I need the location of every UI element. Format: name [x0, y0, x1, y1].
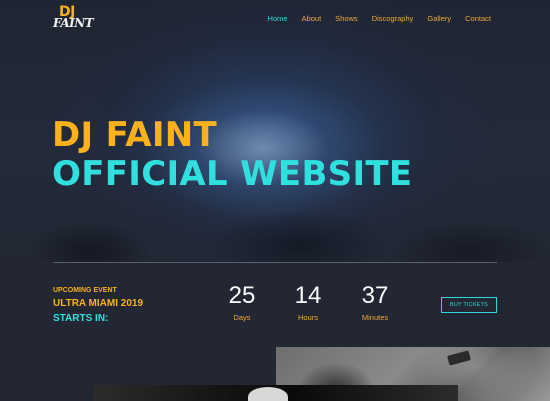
countdown-minutes-value: 37 — [361, 282, 389, 309]
hero-title-line2: OFFICIAL WEBSITE — [52, 154, 413, 194]
buy-tickets-button[interactable]: BUY TICKETS — [441, 297, 497, 313]
countdown-minutes: 37 Minutes — [345, 282, 405, 323]
main-nav: Home About Shows Discography Gallery Con… — [254, 14, 491, 24]
nav-shows[interactable]: Shows — [335, 14, 358, 24]
person-in-photo — [248, 387, 288, 401]
camera-in-photo — [447, 350, 471, 366]
nav-home[interactable]: Home — [268, 14, 288, 24]
event-name: ULTRA MIAMI 2019 — [53, 298, 144, 309]
countdown-hours-unit: Hours — [297, 313, 318, 322]
hero-title-line1: DJ FAINT — [52, 115, 218, 155]
countdown-hours: 14 Hours — [278, 282, 338, 323]
gallery-photo-left[interactable] — [93, 385, 458, 401]
nav-about[interactable]: About — [302, 14, 322, 24]
countdown-hours-value: 14 — [294, 282, 322, 309]
nav-contact[interactable]: Contact — [465, 14, 491, 24]
section-divider — [53, 262, 497, 263]
countdown-days-value: 25 — [228, 282, 256, 309]
nav-discography[interactable]: Discography — [372, 14, 414, 24]
nav-gallery[interactable]: Gallery — [427, 14, 451, 24]
countdown-days: 25 Days — [212, 282, 272, 323]
logo-bottom-text: FAINT — [53, 16, 94, 30]
starts-in-label: STARTS IN: — [53, 313, 109, 324]
countdown-days-unit: Days — [233, 313, 251, 322]
countdown-minutes-unit: Minutes — [361, 313, 389, 322]
site-logo[interactable]: DJ FAINT — [53, 5, 94, 31]
upcoming-event-label: UPCOMING EVENT — [53, 287, 117, 294]
crowd-silhouette — [0, 190, 550, 262]
